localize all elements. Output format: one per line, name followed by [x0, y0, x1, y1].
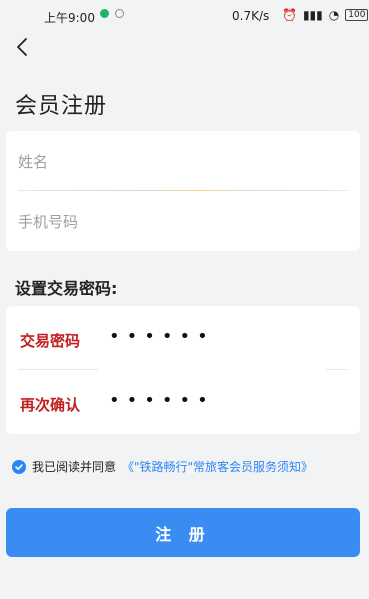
phone-input[interactable]: 手机号码: [18, 211, 78, 232]
divider: [18, 190, 348, 191]
status-bar: 上午9:00 0.7K/s ⏰ ▮▮▮ ◔ 100: [0, 0, 369, 30]
network-speed: 0.7K/s: [232, 9, 270, 23]
status-left-icons: [100, 9, 124, 18]
agreement-checkbox[interactable]: [12, 459, 26, 474]
agreement-text: 我已阅读并同意: [32, 460, 117, 474]
divider: [18, 369, 98, 370]
confirm-password-input[interactable]: ••••••: [109, 390, 215, 411]
wifi-icon: ◔: [328, 8, 340, 22]
battery-icon: 100: [345, 9, 369, 21]
status-time: 上午9:00: [44, 11, 95, 25]
chevron-left-icon: [17, 38, 27, 56]
agreement-row: 我已阅读并同意 《"铁路畅行"常旅客会员服务须知》: [12, 458, 313, 475]
password-card: 交易密码 •••••• 再次确认 ••••••: [6, 306, 360, 434]
password-section-title: 设置交易密码:: [15, 279, 118, 298]
password-label: 交易密码: [20, 332, 81, 350]
check-icon: [15, 463, 23, 470]
page-title: 会员注册: [15, 94, 108, 119]
signal-icon: ▮▮▮: [302, 8, 323, 22]
shield-icon: [100, 9, 109, 18]
divider: [326, 369, 348, 370]
register-button[interactable]: 注 册: [6, 508, 360, 557]
confirm-label: 再次确认: [20, 396, 81, 414]
back-button[interactable]: [10, 34, 36, 60]
agreement-link[interactable]: 《"铁路畅行"常旅客会员服务须知》: [122, 458, 313, 475]
alarm-icon: ⏰: [282, 8, 297, 22]
notification-icon: [115, 9, 124, 18]
personal-info-card: 姓名 手机号码: [6, 131, 360, 251]
password-input[interactable]: ••••••: [109, 326, 215, 347]
status-right-icons: ⏰ ▮▮▮ ◔ 100: [282, 8, 369, 22]
name-input[interactable]: 姓名: [18, 151, 48, 172]
